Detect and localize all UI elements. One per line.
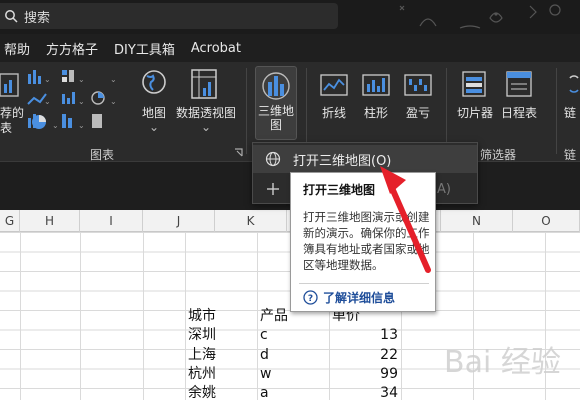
svg-text:⌄: ⌄ <box>44 75 51 84</box>
pivot-chart-icon[interactable] <box>190 68 220 100</box>
table-cell[interactable]: 上海 <box>188 346 216 365</box>
map-label[interactable]: 地图 <box>139 106 169 121</box>
table-header-product[interactable]: 产品 <box>260 307 288 326</box>
grid-line <box>185 232 186 400</box>
table-cell[interactable]: 34 <box>332 384 398 400</box>
table-cell[interactable]: d <box>260 346 269 365</box>
table-cell[interactable]: 深圳 <box>188 326 216 345</box>
table-cell[interactable]: a <box>260 384 269 400</box>
table-cell[interactable]: 22 <box>332 346 398 365</box>
title-bar: 搜索 <box>0 0 580 34</box>
table-cell[interactable]: 13 <box>332 326 398 345</box>
svg-text:?: ? <box>308 294 313 304</box>
table-header-city[interactable]: 城市 <box>188 307 216 326</box>
column-header[interactable]: N <box>441 210 513 232</box>
three-d-map-label-1: 三维地 <box>257 104 294 118</box>
column-header[interactable]: H <box>20 210 80 232</box>
charts-group-label: 图表 <box>90 148 115 162</box>
table-cell[interactable]: 余姚 <box>188 384 216 400</box>
sparkline-winloss-label[interactable]: 盈亏 <box>400 106 436 121</box>
recommended-charts-label-1: 荐的 <box>0 106 25 120</box>
three-d-map-label-2: 图 <box>269 118 282 132</box>
sparkline-column-icon[interactable] <box>362 72 390 98</box>
sparkline-line-icon[interactable] <box>320 72 348 98</box>
learn-more-link[interactable]: ? 了解详细信息 <box>303 289 395 306</box>
globe-map-icon[interactable] <box>141 68 167 98</box>
tooltip-divider <box>299 283 429 284</box>
recommended-charts-icon[interactable] <box>0 70 20 100</box>
link-icon[interactable] <box>564 72 580 98</box>
svg-text:⌄: ⌄ <box>52 121 59 130</box>
grid-line <box>20 232 21 400</box>
slicer-label[interactable]: 切片器 <box>454 106 496 121</box>
column-header[interactable]: K <box>215 210 287 232</box>
search-box[interactable]: 搜索 <box>0 3 338 29</box>
svg-text:⌄: ⌄ <box>78 121 85 130</box>
recommended-charts-label-2: 表 <box>0 121 13 135</box>
table-cell[interactable]: 杭州 <box>188 365 216 384</box>
dialog-launcher-icon[interactable] <box>234 148 244 158</box>
pivot-chart-label[interactable]: 数据透视图 <box>174 106 238 121</box>
tooltip-title: 打开三维地图 <box>303 183 376 197</box>
globe-icon <box>265 151 281 167</box>
timeline-icon[interactable] <box>505 70 533 100</box>
table-cell[interactable]: c <box>260 326 268 345</box>
menu-bar: 帮助 方方格子 DIY工具箱 Acrobat <box>0 34 580 62</box>
plus-icon <box>267 183 279 195</box>
grid-line <box>143 232 144 400</box>
filter-group-label: 筛选器 <box>480 148 517 162</box>
search-icon <box>5 10 18 23</box>
three-d-map-icon[interactable] <box>260 70 292 102</box>
annotation-arrow <box>380 166 431 273</box>
ribbon-separator <box>246 68 247 154</box>
svg-text:⌄: ⌄ <box>78 97 85 106</box>
timeline-label[interactable]: 日程表 <box>498 106 540 121</box>
menu-acrobat[interactable]: Acrobat <box>183 41 249 56</box>
svg-text:⌄: ⌄ <box>110 75 117 84</box>
search-placeholder: 搜索 <box>24 10 51 26</box>
link-label[interactable]: 链 <box>564 106 580 121</box>
ribbon-separator <box>556 68 557 154</box>
svg-text:⌄: ⌄ <box>44 97 51 106</box>
sparkline-column-label[interactable]: 柱形 <box>358 106 394 121</box>
menu-help[interactable]: 帮助 <box>0 39 38 58</box>
column-header[interactable]: G <box>0 210 20 232</box>
chart-type-icons[interactable]: ⌄ ⌄ ⌄ ⌄ ⌄ ⌄ ⌄ ⌄ <box>26 68 122 134</box>
column-header[interactable]: J <box>143 210 215 232</box>
link-group-label: 链 <box>564 148 577 162</box>
table-cell[interactable]: 99 <box>332 365 398 384</box>
pivot-chart-chevron-icon[interactable]: ⌄ <box>174 120 238 135</box>
baidu-watermark: Bai 经验 <box>444 345 561 380</box>
column-header[interactable]: I <box>80 210 143 232</box>
learn-more-label: 了解详细信息 <box>323 291 396 305</box>
map-chevron-icon[interactable]: ⌄ <box>139 120 169 135</box>
svg-text:⌄: ⌄ <box>78 75 85 84</box>
help-icon: ? <box>303 290 318 305</box>
menu-diy-toolbox[interactable]: DIY工具箱 <box>106 39 183 58</box>
title-bar-decoration <box>399 4 561 29</box>
column-header[interactable]: O <box>513 210 580 232</box>
grid-line <box>257 232 258 400</box>
table-cell[interactable]: w <box>260 365 271 384</box>
svg-text:⌄: ⌄ <box>110 97 117 106</box>
sparkline-line-label[interactable]: 折线 <box>316 106 352 121</box>
watermark-text: Bai 经验 <box>444 345 561 380</box>
sparkline-winloss-icon[interactable] <box>404 72 432 98</box>
grid-line <box>80 232 81 400</box>
slicer-icon[interactable] <box>461 70 489 100</box>
menu-fangfang[interactable]: 方方格子 <box>38 39 106 58</box>
